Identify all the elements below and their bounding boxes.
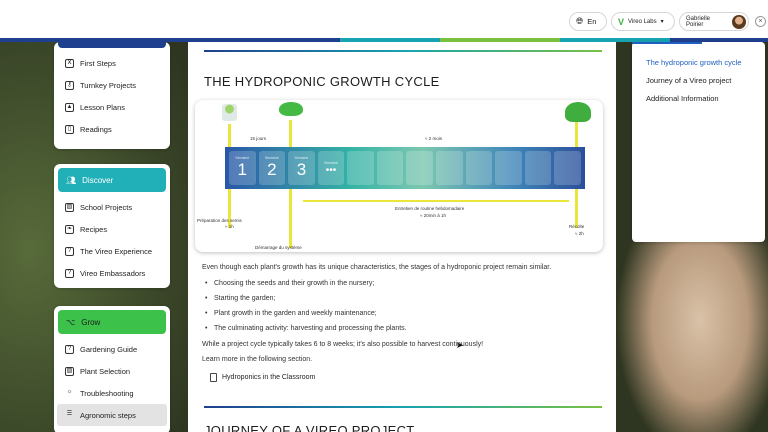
week-cell [465,151,493,185]
section-divider [204,50,602,52]
next-section-title: JOURNEY OF A VIREO PROJECT [204,423,415,432]
sidebar-item-vireo-experience[interactable]: ? The Vireo Experience [54,240,170,262]
week-cell [406,151,434,185]
image-icon: ▨ [65,202,74,212]
harvest-plant-icon [565,102,591,122]
sidebar-item-gardening-guide[interactable]: ? Gardening Guide [54,338,170,360]
key-icon: ⚷ [65,80,74,90]
sidebar-item-vireo-embassadors[interactable]: ? Vireo Embassadors [54,262,170,284]
section-divider [204,406,602,408]
harvest-label: Récolte [569,224,585,229]
sprout-icon: ⌥ [66,317,76,327]
chevron-down-icon: ▾ [660,19,664,25]
weeks-label: 15 jours [250,136,267,141]
bulb-icon: ☼ [66,388,73,395]
learn-more-text: Learn more in the following section. [202,356,313,363]
toc-item-growth-cycle[interactable]: The hydroponic growth cycle [646,58,741,67]
close-icon[interactable]: × [755,16,766,27]
toc-item-additional-info[interactable]: Additional Information [646,94,719,103]
sidebar-section-top: ⴳ First Steps ⚷ Turnkey Projects ▲ Lesson P… [54,38,170,149]
globe-icon: 🌐︎ [576,16,584,26]
intro-text: Even though each plant's growth has its … [202,264,552,271]
seeding-label: Préparation des semis [197,218,242,223]
list-item: Choosing the seeds and their growth in t… [205,280,374,287]
sidebar-item-plant-selection[interactable]: ▨ Plant Selection [54,360,170,382]
transplant-label: Démarrage du système [255,245,302,250]
harvest-time: ≈ 2h [575,231,584,236]
list-icon: ☰ [66,410,73,417]
users-icon: 👥︎ [66,175,77,185]
image-icon: ▨ [65,366,74,376]
table-of-contents: The hydroponic growth cycle Journey of a… [632,42,765,242]
language-switcher[interactable]: 🌐︎ En [569,12,607,31]
sidebar-header-grow[interactable]: ⌥ Grow [58,310,166,334]
week-cell [554,151,581,185]
sidebar-header-discover[interactable]: 👥︎ Discover [58,168,166,192]
list-item: Plant growth in the garden and weekly ma… [205,310,377,317]
months-label: ≈ 2 mois [425,136,442,141]
sidebar-section-discover: 👥︎ Discover ▨ School Projects ❧ Recipes ? Th… [54,164,170,288]
book-icon: ▯ [65,124,74,134]
leaf-icon: ❧ [65,224,74,234]
week-timeline: Semaine 1 Semaine 2 Semaine 3 Semaine ••• [225,147,585,189]
document-icon [210,373,217,382]
week-cell: Semaine 2 [258,151,286,185]
cycle-note: While a project cycle typically takes 6 … [202,341,484,348]
sidebar-item-school-projects[interactable]: ▨ School Projects [54,196,170,218]
vireo-logo-icon: V [618,16,625,27]
hydroponics-link[interactable]: Hydroponics in the Classroom [210,373,315,382]
section-title: THE HYDROPONIC GROWTH CYCLE [204,74,440,89]
question-icon: ? [65,344,74,354]
sidebar-item-agronomic-steps[interactable]: ☰ Agronomic steps [57,404,167,426]
growth-cycle-diagram: 15 jours ≈ 2 mois Semaine 1 Semaine 2 Sema… [195,100,603,252]
toc-active-bar [632,42,702,44]
week-cell: Semaine 1 [229,151,256,185]
user-menu[interactable]: Gabrielle Poirier [679,12,749,31]
sidebar-section-grow: ⌥ Grow ? Gardening Guide ▨ Plant Selection … [54,306,170,432]
seeding-time: ≈ 1h [225,224,234,229]
section-header-tab [58,38,166,48]
sprout-icon: ⴳ [65,58,74,68]
week-cell: Semaine ••• [317,151,345,185]
question-icon: ? [65,246,74,256]
sidebar-item-turnkey-projects[interactable]: ⚷ Turnkey Projects [54,74,170,96]
list-item: Starting the garden; [205,295,275,302]
sidebar-item-first-steps[interactable]: ⴳ First Steps [54,52,170,74]
sidebar-item-lesson-plans[interactable]: ▲ Lesson Plans [54,96,170,118]
article-panel: THE HYDROPONIC GROWTH CYCLE 15 jours ≈ 2… [188,42,616,432]
plant-icon [279,102,303,116]
mouse-cursor-icon: ➤ [456,340,464,350]
week-cell [376,151,404,185]
question-icon: ? [65,268,74,278]
top-bar: 🌐︎ En V Vireo Labs ▾ Gabrielle Poirier × [0,0,768,40]
list-item: The culminating activity: harvesting and… [205,325,407,332]
week-cell [347,151,374,185]
maintenance-label: Entretien de routine hebdomadaire [395,206,465,211]
week-cell: Semaine 3 [288,151,315,185]
workspace-select[interactable]: V Vireo Labs ▾ [611,12,675,31]
maintenance-line [303,200,569,202]
seedling-icon [222,104,237,121]
sidebar-item-readings[interactable]: ▯ Readings [54,118,170,140]
graduation-cap-icon: ▲ [65,102,74,112]
sidebar-item-troubleshooting[interactable]: ☼ Troubleshooting [54,382,170,404]
week-cell [524,151,552,185]
week-cell [436,151,463,185]
sidebar-item-recipes[interactable]: ❧ Recipes [54,218,170,240]
toc-item-journey[interactable]: Journey of a Vireo project [646,76,731,85]
maintenance-time: ≈ 20min à 1h [420,213,446,218]
avatar [732,14,746,29]
week-cell [495,151,522,185]
